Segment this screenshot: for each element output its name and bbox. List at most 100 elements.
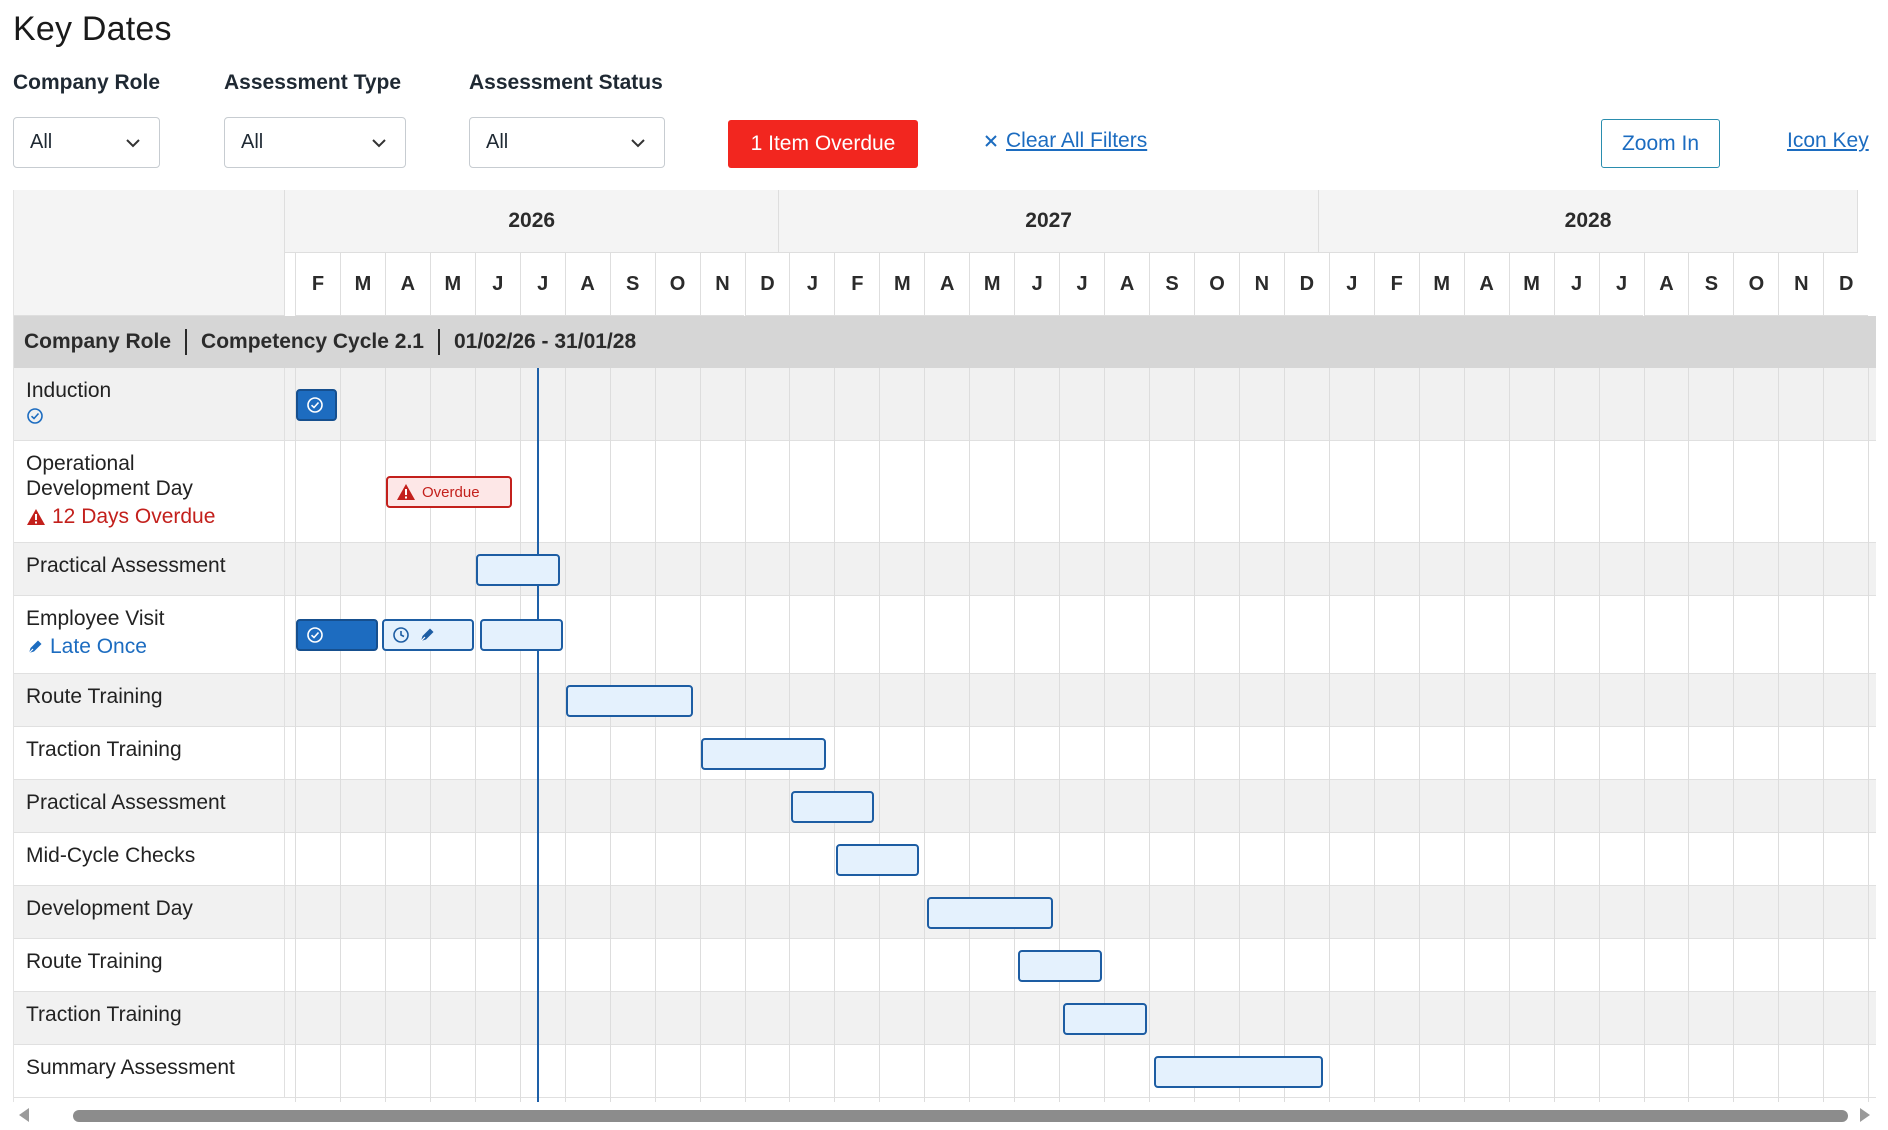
- warning-icon: [26, 508, 46, 526]
- assessment-bar[interactable]: [1154, 1055, 1323, 1088]
- month-header: D: [744, 253, 790, 316]
- table-row: Operational Development Day 12 Days Overd…: [14, 441, 1876, 543]
- month-header: M: [429, 253, 475, 316]
- clock-icon: [392, 626, 410, 644]
- completed-bar[interactable]: [296, 388, 337, 421]
- clear-all-filters-label: Clear All Filters: [1006, 129, 1148, 152]
- table-row: Summary Assessment: [14, 1045, 1876, 1098]
- row-status-text: Late Once: [50, 635, 147, 658]
- month-header: F: [1373, 253, 1419, 316]
- row-title: Route Training: [26, 685, 163, 708]
- row-label: Route Training: [14, 674, 285, 726]
- month-gridline: [1373, 368, 1375, 1102]
- row-title: Development Day: [26, 897, 193, 920]
- gantt-chart: 2026 2027 2028 FMAMJJASONDJFMAMJJASONDJFMA…: [13, 190, 1876, 1102]
- assessment-type-select[interactable]: All: [224, 117, 406, 168]
- month-gridline: [1283, 368, 1285, 1102]
- row-status: Late Once: [26, 635, 272, 659]
- horizontal-scrollbar[interactable]: [13, 1104, 1876, 1126]
- table-row: Practical Assessment: [14, 543, 1876, 596]
- row-title: Operational Development Day: [26, 452, 193, 500]
- assessment-bar[interactable]: [1018, 949, 1102, 982]
- month-gridline: [1688, 368, 1690, 1102]
- month-gridline: [744, 368, 746, 1102]
- month-header: O: [1194, 253, 1239, 316]
- month-header: D: [1283, 253, 1329, 316]
- group-role: Company Role: [24, 330, 172, 353]
- row-title: Induction: [26, 379, 112, 402]
- month-gridline: [1598, 368, 1600, 1102]
- row-title: Mid-Cycle Checks: [26, 844, 196, 867]
- month-header: J: [1014, 253, 1060, 316]
- assessment-bar[interactable]: [701, 737, 826, 770]
- assessment-status-select[interactable]: All: [469, 117, 665, 168]
- month-gridline: [1014, 368, 1016, 1102]
- row-label: Traction Training: [14, 727, 285, 779]
- row-title: Practical Assessment: [26, 554, 226, 577]
- table-row: Practical Assessment: [14, 780, 1876, 833]
- assessment-status-label: Assessment Status: [469, 71, 663, 94]
- pen-icon: [418, 626, 436, 644]
- icon-key-link[interactable]: Icon Key: [1787, 129, 1869, 153]
- scroll-thumb[interactable]: [73, 1110, 1848, 1122]
- table-row: Traction Training: [14, 727, 1876, 780]
- check-circle-icon: [306, 396, 324, 414]
- overdue-items-button[interactable]: 1 Item Overdue: [728, 120, 918, 168]
- month-header: O: [1733, 253, 1779, 316]
- row-label: Practical Assessment: [14, 780, 285, 832]
- assessment-bar[interactable]: [566, 684, 693, 717]
- row-label: Route Training: [14, 939, 285, 991]
- chevron-down-icon: [631, 139, 645, 148]
- row-title: Employee Visit: [26, 607, 165, 630]
- clear-all-filters-link[interactable]: Clear All Filters: [984, 129, 1147, 153]
- month-gridline: [339, 368, 341, 1102]
- month-header: J: [1328, 253, 1374, 316]
- assessment-bar[interactable]: [836, 843, 919, 876]
- month-header: F: [834, 253, 880, 316]
- month-header: S: [609, 253, 655, 316]
- row-title: Practical Assessment: [26, 791, 226, 814]
- company-role-value: All: [30, 131, 53, 153]
- month-gridline: [295, 368, 296, 1102]
- month-gridline: [1733, 368, 1735, 1102]
- chevron-down-icon: [372, 139, 386, 148]
- month-header: M: [339, 253, 385, 316]
- row-label: Mid-Cycle Checks: [14, 833, 285, 885]
- month-gridline: [924, 368, 926, 1102]
- month-gridline: [1418, 368, 1420, 1102]
- zoom-in-button[interactable]: Zoom In: [1601, 119, 1720, 168]
- year-header-2027: 2027: [779, 190, 1319, 253]
- month-header: J: [474, 253, 520, 316]
- year-header-2026: 2026: [285, 190, 780, 253]
- month-gridline: [519, 368, 521, 1102]
- assessment-bar[interactable]: [927, 896, 1053, 929]
- today-marker: [536, 368, 539, 1102]
- month-header: J: [1059, 253, 1105, 316]
- scroll-right-arrow[interactable]: [1860, 1108, 1870, 1122]
- assessment-bar[interactable]: [480, 619, 563, 651]
- month-header: A: [1643, 253, 1689, 316]
- month-gridline: [1328, 368, 1330, 1102]
- month-header: N: [1238, 253, 1284, 316]
- completed-bar[interactable]: [296, 619, 378, 651]
- month-header: S: [1149, 253, 1194, 316]
- month-header: A: [564, 253, 610, 316]
- overdue-bar[interactable]: Overdue: [386, 476, 512, 508]
- month-header: J: [1598, 253, 1644, 316]
- assessment-bar[interactable]: [1063, 1002, 1147, 1035]
- assessment-bar[interactable]: [476, 553, 560, 586]
- assessment-bar[interactable]: [791, 790, 874, 823]
- close-icon: [985, 135, 997, 147]
- assessment-bar[interactable]: [382, 619, 474, 651]
- month-header: J: [789, 253, 835, 316]
- month-gridline: [789, 368, 791, 1102]
- company-role-select[interactable]: All: [13, 117, 160, 168]
- month-gridline: [1238, 368, 1240, 1102]
- month-header: N: [1778, 253, 1824, 316]
- scroll-left-arrow[interactable]: [19, 1108, 29, 1122]
- row-label: Development Day: [14, 886, 285, 938]
- month-header: A: [1463, 253, 1509, 316]
- month-gridline: [1059, 368, 1061, 1102]
- month-header: M: [1508, 253, 1554, 316]
- row-label: Induction: [14, 368, 285, 440]
